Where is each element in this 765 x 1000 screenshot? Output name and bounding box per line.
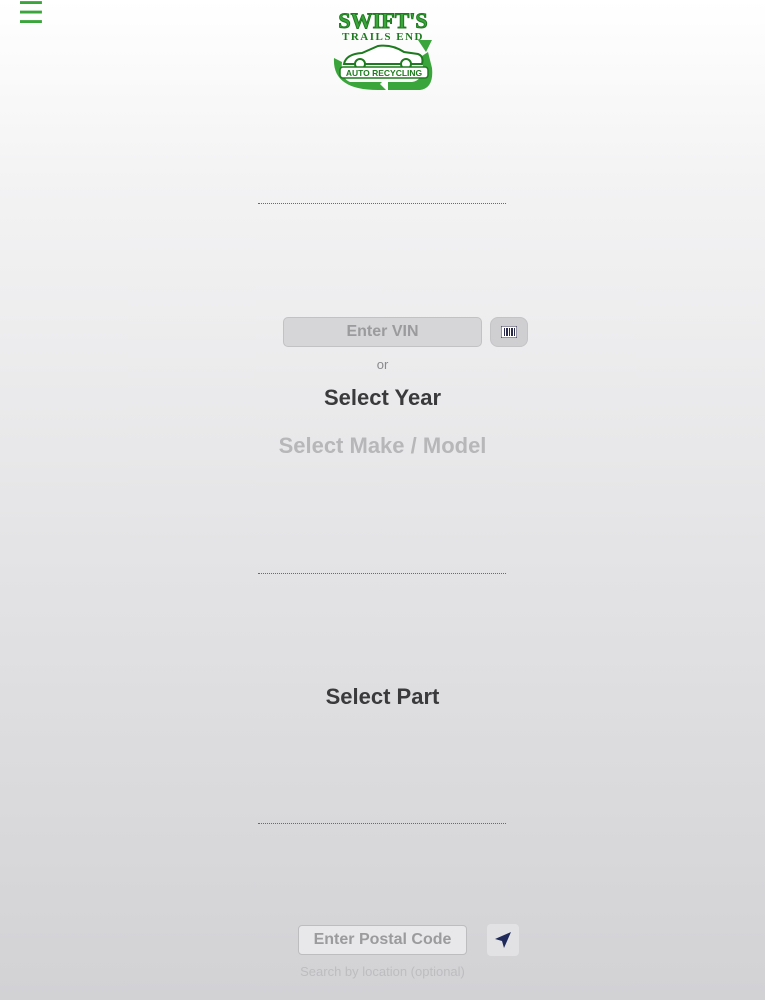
select-part-button[interactable]: Select Part bbox=[0, 684, 765, 710]
logo-title: SWIFT'S bbox=[338, 8, 427, 33]
logo-subtitle: AUTO RECYCLING bbox=[346, 68, 423, 78]
barcode-icon bbox=[501, 326, 517, 338]
select-make-model-button[interactable]: Select Make / Model bbox=[0, 433, 765, 459]
location-hint: Search by location (optional) bbox=[300, 964, 465, 979]
logo-tagline: TRAILS END bbox=[342, 31, 424, 43]
hamburger-icon: ☰ bbox=[17, 0, 45, 30]
menu-button[interactable]: ☰ bbox=[16, 0, 46, 30]
logo: AUTO RECYCLING SWIFT'S TRAILS END bbox=[322, 6, 444, 96]
logo-graphic: AUTO RECYCLING SWIFT'S TRAILS END bbox=[333, 8, 433, 92]
scan-vin-button[interactable] bbox=[490, 317, 528, 347]
vin-input[interactable] bbox=[283, 317, 482, 347]
select-year-button[interactable]: Select Year bbox=[0, 385, 765, 411]
section-divider bbox=[258, 573, 506, 574]
or-separator: or bbox=[376, 357, 389, 372]
location-arrow-icon bbox=[495, 932, 511, 948]
section-divider bbox=[258, 203, 506, 204]
postal-code-input[interactable] bbox=[298, 925, 467, 955]
use-location-button[interactable] bbox=[487, 924, 519, 956]
section-divider bbox=[258, 823, 506, 824]
